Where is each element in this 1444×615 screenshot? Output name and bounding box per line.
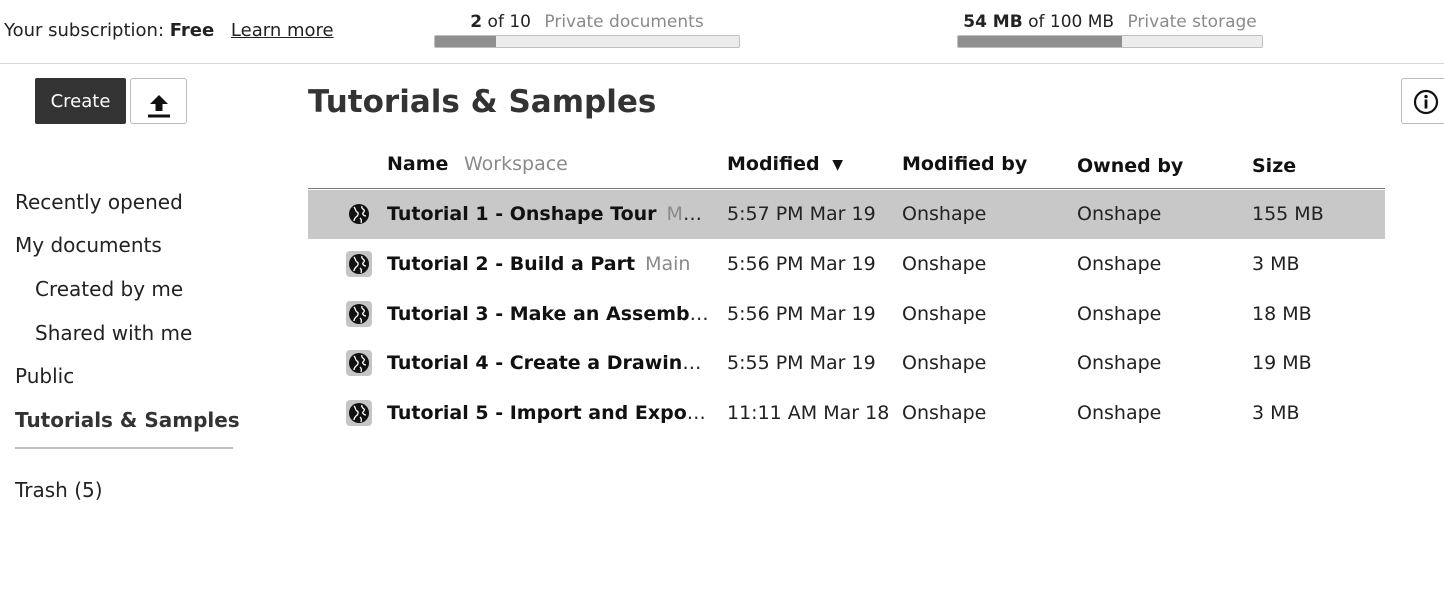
document-name-cell[interactable]: Tutorial 4 - Create a Drawing Main: [387, 352, 709, 374]
document-name-cell[interactable]: Tutorial 5 - Import and ExportMain: [387, 402, 709, 424]
column-header-size[interactable]: Size: [1252, 155, 1296, 177]
sidebar-item-my-documents[interactable]: My documents: [15, 233, 162, 257]
storage-limit: of 100 MB: [1028, 12, 1115, 32]
documents-used: 2: [470, 12, 483, 32]
modified-date: 11:11 AM Mar 18: [727, 402, 890, 424]
column-header-owned-by[interactable]: Owned by: [1077, 155, 1183, 177]
upload-icon: [147, 94, 170, 117]
modified-date: 5:57 PM Mar 19: [727, 203, 876, 225]
column-header-modified-label: Modified: [727, 153, 820, 175]
document-name-cell[interactable]: Tutorial 1 - Onshape Tour Main: [387, 203, 709, 225]
subscription-plan: Free: [169, 20, 215, 41]
document-name-cell[interactable]: Tutorial 2 - Build a Part Main: [387, 253, 709, 275]
public-globe-icon: [346, 350, 372, 376]
storage-used: 54 MB: [963, 12, 1023, 32]
document-size: 19 MB: [1252, 352, 1312, 374]
storage-progress-bar: [957, 35, 1263, 48]
modified-date: 5:55 PM Mar 19: [727, 352, 876, 374]
owned-by: Onshape: [1077, 253, 1162, 275]
storage-quota-caption: Private storage: [1127, 12, 1257, 32]
owned-by: Onshape: [1077, 352, 1162, 374]
subscription-prefix: Your subscription:: [4, 20, 165, 41]
documents-quota: 2 of 10 Private documents: [434, 12, 740, 48]
document-name[interactable]: Tutorial 4 - Create a Drawing: [387, 352, 701, 374]
document-name[interactable]: Tutorial 2 - Build a Part: [387, 253, 635, 275]
document-name-cell[interactable]: Tutorial 3 - Make an AssemblyM…: [387, 303, 709, 325]
table-row[interactable]: Tutorial 1 - Onshape Tour Main 5:57 PM Mar…: [308, 190, 1385, 239]
create-button[interactable]: Create: [35, 78, 126, 124]
modified-date: 5:56 PM Mar 19: [727, 303, 876, 325]
document-size: 3 MB: [1252, 402, 1300, 424]
sidebar-item-tutorials-samples[interactable]: Tutorials & Samples: [15, 408, 240, 432]
info-button[interactable]: [1401, 78, 1444, 124]
modified-by: Onshape: [902, 303, 987, 325]
public-globe-icon: [346, 400, 372, 426]
document-name[interactable]: Tutorial 5 - Import and Export: [387, 402, 706, 424]
column-header-modified[interactable]: Modified ▼: [727, 153, 843, 175]
document-size: 155 MB: [1252, 203, 1324, 225]
sidebar-divider: [15, 447, 233, 449]
document-name[interactable]: Tutorial 1 - Onshape Tour: [387, 203, 657, 225]
column-header-name[interactable]: Name: [387, 153, 448, 175]
documents-quota-label: 2 of 10 Private documents: [434, 12, 740, 32]
public-globe-icon: [346, 201, 372, 227]
learn-more-link[interactable]: Learn more: [231, 20, 334, 41]
page-title: Tutorials & Samples: [308, 84, 657, 120]
document-size: 18 MB: [1252, 303, 1312, 325]
top-bar: Your subscription: Free Learn more 2 of …: [0, 0, 1444, 64]
documents-progress-fill: [435, 36, 496, 47]
document-name[interactable]: Tutorial 3 - Make an Assembly: [387, 303, 709, 325]
documents-limit: of 10: [487, 12, 531, 32]
sidebar-item-shared-with-me[interactable]: Shared with me: [35, 321, 192, 345]
owned-by: Onshape: [1077, 303, 1162, 325]
upload-button[interactable]: [130, 78, 187, 124]
info-icon: [1413, 89, 1439, 115]
workspace-name: Main: [706, 352, 709, 374]
sidebar-item-created-by-me[interactable]: Created by me: [35, 277, 183, 301]
storage-progress-fill: [958, 36, 1123, 47]
public-globe-icon: [346, 251, 372, 277]
storage-quota: 54 MB of 100 MB Private storage: [957, 12, 1263, 48]
owned-by: Onshape: [1077, 402, 1162, 424]
table-header-divider: [308, 188, 1385, 189]
public-globe-icon: [346, 301, 372, 327]
modified-by: Onshape: [902, 253, 987, 275]
table-row[interactable]: Tutorial 5 - Import and ExportMain 11:11 …: [308, 389, 1385, 438]
modified-by: Onshape: [902, 402, 987, 424]
sort-desc-icon: ▼: [832, 157, 844, 173]
sidebar-item-recently-opened[interactable]: Recently opened: [15, 190, 183, 214]
documents-quota-caption: Private documents: [544, 12, 704, 32]
modified-by: Onshape: [902, 203, 987, 225]
storage-quota-label: 54 MB of 100 MB Private storage: [957, 12, 1263, 32]
modified-by: Onshape: [902, 352, 987, 374]
column-header-modified-by[interactable]: Modified by: [902, 153, 1027, 175]
owned-by: Onshape: [1077, 203, 1162, 225]
documents-progress-bar: [434, 35, 740, 48]
table-row[interactable]: Tutorial 2 - Build a Part Main 5:56 PM Mar…: [308, 240, 1385, 289]
subscription-info: Your subscription: Free Learn more: [4, 20, 334, 41]
sidebar-item-trash[interactable]: Trash (5): [15, 478, 103, 502]
modified-date: 5:56 PM Mar 19: [727, 253, 876, 275]
workspace-name: Main: [666, 203, 709, 225]
workspace-name: Main: [645, 253, 691, 275]
table-row[interactable]: Tutorial 4 - Create a Drawing Main 5:55 PM…: [308, 339, 1385, 388]
column-header-workspace: Workspace: [464, 153, 568, 175]
table-row[interactable]: Tutorial 3 - Make an AssemblyM… 5:56 PM M…: [308, 290, 1385, 339]
document-size: 3 MB: [1252, 253, 1300, 275]
sidebar-item-public[interactable]: Public: [15, 364, 74, 388]
